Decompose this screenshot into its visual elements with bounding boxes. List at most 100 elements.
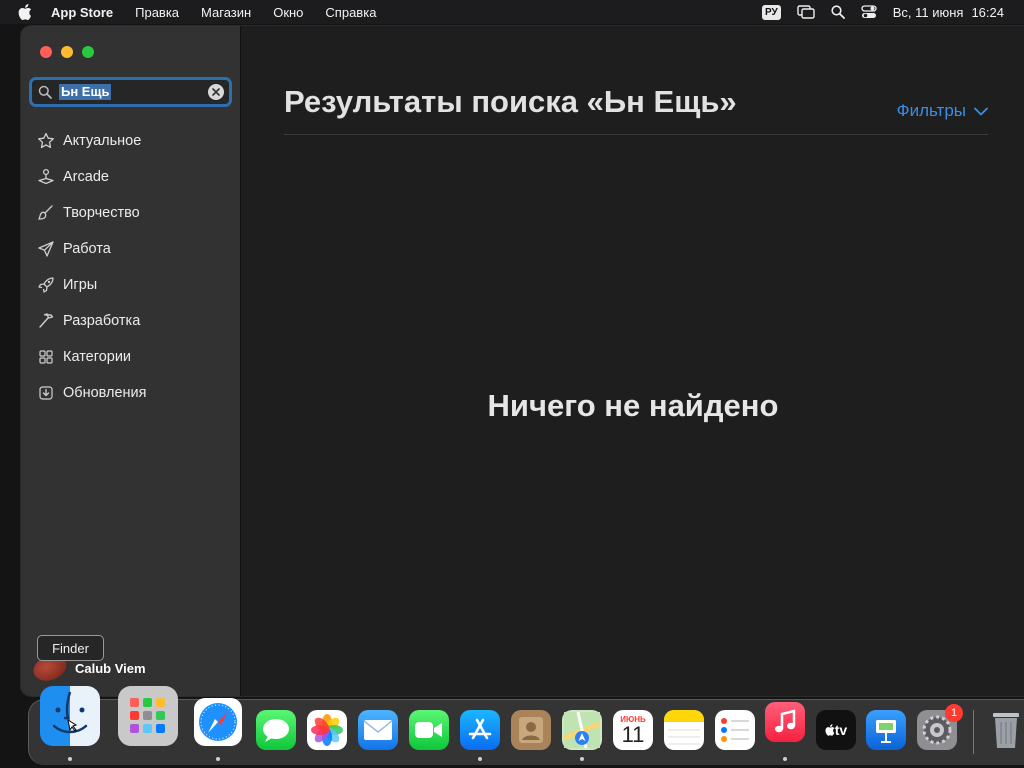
zoom-window-button[interactable] [82, 46, 94, 58]
window-controls [40, 46, 103, 58]
menu-edit[interactable]: Правка [135, 5, 179, 20]
keynote-icon [876, 720, 896, 743]
menu-bar: App Store Правка Магазин Окно Справка РУ… [0, 0, 1024, 24]
paper-plane-icon [36, 239, 56, 259]
sidebar-item-play[interactable]: Игры [21, 267, 241, 303]
menu-help[interactable]: Справка [325, 5, 376, 20]
finder-icon [52, 691, 88, 734]
sidebar-item-label: Игры [63, 277, 98, 293]
dock-reminders[interactable] [715, 710, 755, 750]
dock-notes[interactable] [664, 710, 704, 750]
running-indicator [68, 757, 72, 761]
dock-trash[interactable] [986, 710, 1024, 750]
search-field[interactable]: Ьн Ещь [29, 77, 232, 107]
brush-icon [36, 203, 56, 223]
dock-messages[interactable] [256, 710, 296, 750]
menu-time: 16:24 [971, 4, 1004, 20]
input-source-badge[interactable]: РУ [761, 4, 781, 20]
running-indicator [478, 757, 482, 761]
hammer-icon [36, 311, 56, 331]
empty-state-message: Ничего не найдено [487, 388, 779, 423]
messages-icon [263, 719, 289, 742]
rocket-icon [36, 275, 56, 295]
contacts-icon [519, 717, 543, 743]
dock-finder[interactable] [40, 686, 100, 746]
title-divider [284, 134, 988, 135]
sidebar-item-develop[interactable]: Разработка [21, 303, 241, 339]
photos-icon [311, 714, 343, 746]
page-title: Результаты поиска «Ьн Ещь» [284, 84, 737, 119]
sidebar-item-label: Творчество [63, 205, 140, 221]
mail-icon [363, 720, 393, 740]
notes-icon [664, 710, 704, 745]
close-window-button[interactable] [40, 46, 52, 58]
sidebar-item-label: Актуальное [63, 133, 142, 149]
menu-extras: РУ Вс, 11 июня 16:24 [761, 0, 1024, 24]
dock-tooltip: Finder [37, 635, 104, 661]
dock-facetime[interactable] [409, 710, 449, 750]
dock-system-settings[interactable]: 1 [917, 704, 963, 750]
sidebar-item-label: Категории [63, 349, 132, 365]
dock: ИЮНЬ 11 tv 1 [28, 686, 1024, 765]
music-note-icon [775, 709, 796, 733]
menu-window[interactable]: Окно [273, 5, 303, 20]
star-icon [36, 131, 56, 151]
filters-button[interactable]: Фильтры [897, 101, 988, 121]
magnifying-glass-icon [38, 85, 52, 99]
app-store-icon [468, 718, 492, 740]
sidebar-item-categories[interactable]: Категории [21, 339, 241, 375]
dock-separator [973, 710, 974, 754]
sidebar-item-updates[interactable]: Обновления [21, 375, 241, 411]
account-name: Calub Viem [75, 660, 146, 676]
dock-keynote[interactable] [866, 710, 906, 750]
sidebar-item-arcade[interactable]: Arcade [21, 159, 241, 195]
reminders-icon [721, 718, 749, 742]
safari-icon [199, 703, 237, 741]
running-indicator [216, 757, 220, 761]
control-center-icon[interactable] [861, 5, 877, 19]
grid-icon [36, 347, 56, 367]
joystick-icon [36, 167, 56, 187]
sidebar-item-work[interactable]: Работа [21, 231, 241, 267]
main-content: Результаты поиска «Ьн Ещь» Фильтры Ничег… [242, 26, 1024, 696]
sidebar-nav: Актуальное Arcade Творчество Работа Игры… [21, 123, 241, 411]
running-indicator [783, 757, 787, 761]
sidebar-item-label: Работа [63, 241, 111, 257]
sidebar-item-label: Разработка [63, 313, 141, 329]
clear-search-icon[interactable] [208, 84, 224, 100]
sidebar: Ьн Ещь Актуальное Arcade Творчество Рабо… [21, 26, 241, 696]
dock-calendar[interactable]: ИЮНЬ 11 [613, 710, 653, 750]
apple-tv-icon [825, 724, 835, 736]
dock-mail[interactable] [358, 710, 398, 750]
sidebar-item-create[interactable]: Творчество [21, 195, 241, 231]
menu-app-name[interactable]: App Store [51, 5, 113, 20]
apple-menu-icon[interactable] [18, 4, 34, 20]
minimize-window-button[interactable] [61, 46, 73, 58]
running-indicator [580, 757, 584, 761]
dock-tv[interactable]: tv [816, 710, 856, 750]
dock-app-store[interactable] [460, 710, 500, 750]
dock-launchpad[interactable] [118, 686, 178, 746]
maps-icon [564, 712, 600, 748]
sidebar-item-label: Обновления [63, 385, 147, 401]
tv-label: tv [834, 722, 848, 738]
menu-store[interactable]: Магазин [201, 5, 251, 20]
dock-contacts[interactable] [511, 710, 551, 750]
chevron-down-icon [974, 107, 988, 115]
dock-safari[interactable] [194, 698, 242, 746]
app-store-window: Ьн Ещь Актуальное Arcade Творчество Рабо… [21, 26, 1024, 696]
download-icon [36, 383, 56, 403]
screen-mirroring-icon[interactable] [797, 5, 815, 19]
menu-clock[interactable]: Вс, 11 июня 16:24 [893, 5, 1004, 20]
dock-photos[interactable] [307, 710, 347, 750]
trash-icon [993, 713, 1019, 748]
sidebar-item-label: Arcade [63, 169, 109, 185]
filters-label: Фильтры [896, 101, 966, 120]
dock-maps[interactable] [562, 710, 602, 750]
calendar-day: 11 [621, 721, 645, 747]
dock-music[interactable] [765, 702, 805, 742]
search-input-value[interactable]: Ьн Ещь [59, 84, 112, 100]
sidebar-item-discover[interactable]: Актуальное [21, 123, 241, 159]
menu-date: Вс, 11 июня [892, 4, 964, 20]
spotlight-search-icon[interactable] [831, 5, 845, 19]
